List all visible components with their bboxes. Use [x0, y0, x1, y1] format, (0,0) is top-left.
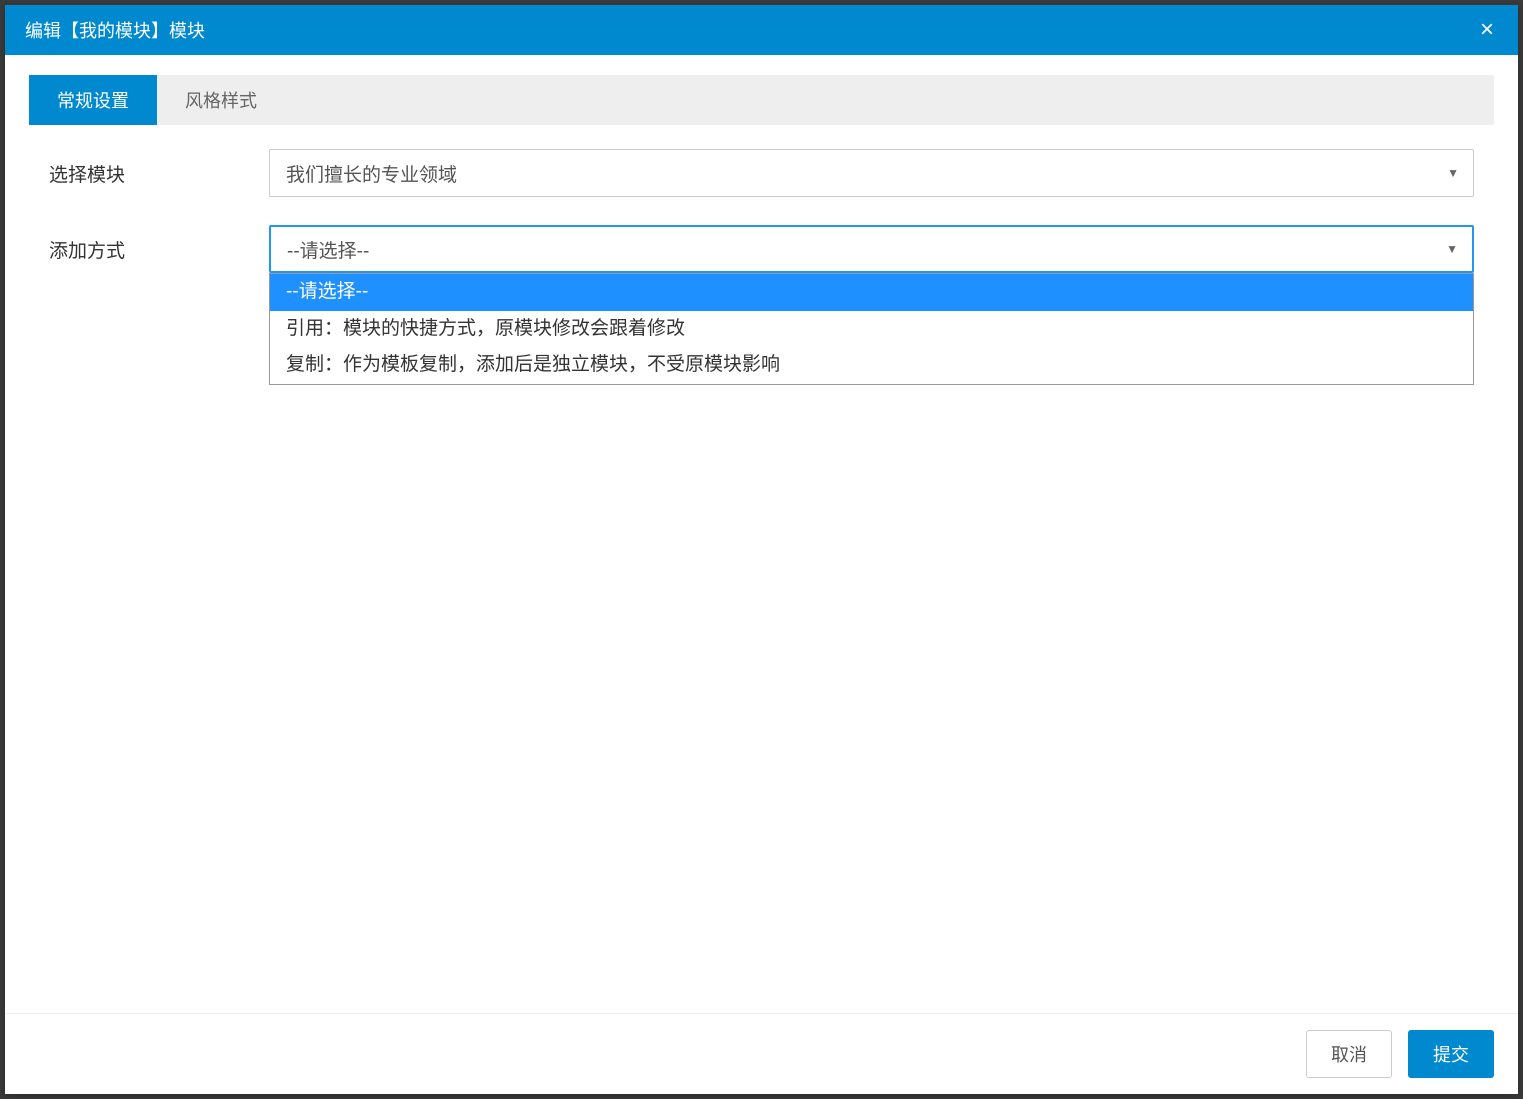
tab-general-settings[interactable]: 常规设置 [29, 75, 157, 125]
label-select-module: 选择模块 [49, 160, 269, 187]
form-row-add-method: 添加方式 --请选择-- ▼ --请选择-- 引用：模块的快捷方式，原模块修改会… [29, 225, 1494, 273]
submit-button[interactable]: 提交 [1408, 1030, 1494, 1078]
modal-body: 常规设置 风格样式 选择模块 我们擅长的专业领域 ▼ 添加方式 --请选择-- … [5, 55, 1518, 1013]
chevron-down-icon: ▼ [1446, 242, 1458, 256]
dropdown-option-reference[interactable]: 引用：模块的快捷方式，原模块修改会跟着修改 [270, 311, 1473, 348]
modal-footer: 取消 提交 [5, 1013, 1518, 1094]
add-method-dropdown-list: --请选择-- 引用：模块的快捷方式，原模块修改会跟着修改 复制：作为模板复制，… [269, 273, 1474, 385]
tabs-container: 常规设置 风格样式 [29, 75, 1494, 125]
cancel-button[interactable]: 取消 [1306, 1030, 1392, 1078]
add-method-wrap: --请选择-- ▼ --请选择-- 引用：模块的快捷方式，原模块修改会跟着修改 … [269, 225, 1474, 273]
tab-style[interactable]: 风格样式 [157, 75, 285, 125]
select-module-wrap: 我们擅长的专业领域 ▼ [269, 149, 1474, 197]
modal-title: 编辑【我的模块】模块 [25, 17, 205, 43]
modal-header: 编辑【我的模块】模块 × [5, 5, 1518, 55]
close-button[interactable]: × [1476, 18, 1498, 42]
add-method-dropdown[interactable]: --请选择-- ▼ [269, 225, 1474, 273]
form-row-select-module: 选择模块 我们擅长的专业领域 ▼ [29, 149, 1494, 197]
dropdown-option-copy[interactable]: 复制：作为模板复制，添加后是独立模块，不受原模块影响 [270, 347, 1473, 384]
select-module-dropdown[interactable]: 我们擅长的专业领域 ▼ [269, 149, 1474, 197]
label-add-method: 添加方式 [49, 236, 269, 263]
close-icon: × [1480, 16, 1494, 43]
select-module-value: 我们擅长的专业领域 [286, 160, 457, 187]
chevron-down-icon: ▼ [1447, 166, 1459, 180]
add-method-value: --请选择-- [287, 236, 369, 263]
edit-module-modal: 编辑【我的模块】模块 × 常规设置 风格样式 选择模块 我们擅长的专业领域 ▼ … [5, 5, 1518, 1094]
dropdown-option-placeholder[interactable]: --请选择-- [270, 274, 1473, 311]
